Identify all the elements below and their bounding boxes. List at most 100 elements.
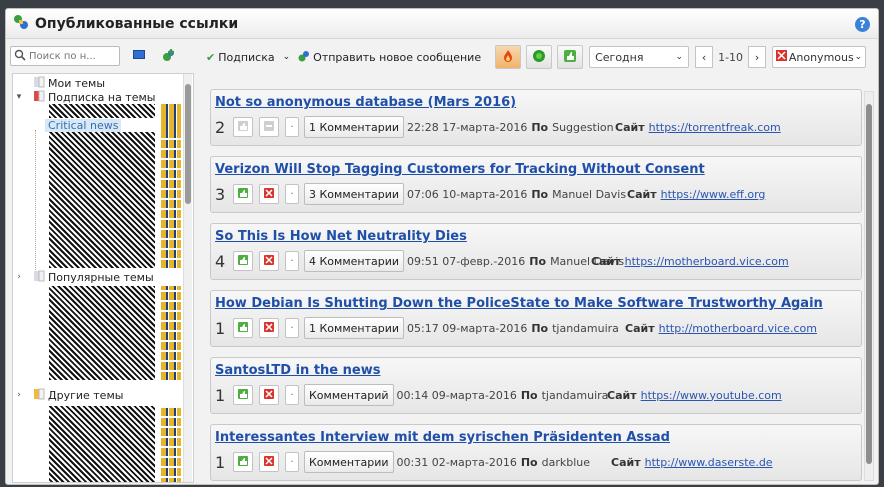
comments-button[interactable]: 1 Комментарии bbox=[304, 317, 405, 339]
tree-label: Мои темы bbox=[48, 76, 106, 90]
top-rated-button[interactable] bbox=[557, 45, 584, 69]
downvote-button[interactable] bbox=[259, 251, 279, 271]
vote-count: 2 bbox=[215, 117, 226, 137]
topics-tree[interactable]: Мои темы ▾ Подписка на темы Critical new… bbox=[12, 73, 194, 483]
post-card: So This Is How Net Neutrality Dies 4 · 4 Ко… bbox=[210, 223, 862, 280]
posts-scrollbar[interactable] bbox=[864, 91, 874, 481]
thumbs-up-icon bbox=[237, 455, 249, 470]
avatar-icon bbox=[776, 50, 788, 64]
site-link[interactable]: https://motherboard.vice.com bbox=[625, 255, 789, 268]
thumbs-down-icon bbox=[263, 254, 275, 269]
comments-button[interactable]: 3 Комментарии bbox=[304, 183, 405, 205]
identity-select[interactable]: Anonymous ⌄ bbox=[772, 46, 867, 68]
downvote-button[interactable] bbox=[259, 318, 279, 338]
next-page-button[interactable]: › bbox=[748, 46, 767, 68]
more-button[interactable]: · bbox=[285, 452, 299, 472]
post-date: 09:51 07-февр.-2016 bbox=[407, 254, 526, 268]
comments-button[interactable]: 1 Комментарии bbox=[304, 116, 405, 138]
period-value: Сегодня bbox=[595, 50, 644, 64]
more-button[interactable]: · bbox=[285, 251, 299, 271]
comments-button[interactable]: 4 Комментарии bbox=[304, 250, 405, 272]
post-date: 22:28 17-марта-2016 bbox=[407, 120, 528, 134]
hot-button[interactable] bbox=[495, 45, 522, 69]
site-link[interactable]: https://www.youtube.com bbox=[641, 389, 782, 402]
chevron-down-icon: ⌄ bbox=[854, 52, 863, 62]
tree-scrollbar-thumb[interactable] bbox=[185, 84, 191, 204]
prev-page-button[interactable]: ‹ bbox=[695, 46, 714, 68]
upvote-button[interactable] bbox=[233, 318, 253, 338]
post-title-link[interactable]: Verizon Will Stop Tagging Customers for … bbox=[215, 161, 861, 179]
tree-item-popular[interactable]: › Популярные темы bbox=[13, 270, 154, 284]
upvote-button[interactable] bbox=[233, 117, 253, 137]
dot-icon: · bbox=[290, 389, 294, 401]
downvote-button[interactable] bbox=[259, 117, 279, 137]
post-date: 00:31 02-марта-2016 bbox=[396, 455, 517, 469]
comments-button[interactable]: Комментарии bbox=[304, 451, 394, 473]
downvote-button[interactable] bbox=[259, 385, 279, 405]
site-link[interactable]: http://www.daserste.de bbox=[645, 456, 773, 469]
comments-button[interactable]: Комментарий bbox=[304, 384, 394, 406]
site-link[interactable]: https://www.eff.org bbox=[661, 188, 766, 201]
by-label: По bbox=[531, 321, 549, 335]
vote-count: 4 bbox=[215, 251, 226, 271]
identity-value: Anonymous bbox=[788, 50, 854, 64]
dot-icon: · bbox=[290, 188, 294, 200]
post-site: Сайт https://torrentfreak.com bbox=[615, 121, 781, 134]
post-title-link[interactable]: How Debian Is Shutting Down the PoliceSt… bbox=[215, 295, 861, 313]
thumbs-up-icon bbox=[237, 120, 249, 135]
check-icon: ✔ bbox=[206, 50, 216, 64]
downvote-button[interactable] bbox=[259, 184, 279, 204]
post-title-link[interactable]: Interessantes Interview mit dem syrische… bbox=[215, 429, 861, 447]
period-select[interactable]: Сегодня ⌄ bbox=[589, 46, 690, 68]
post-author[interactable]: tjandamuira bbox=[552, 322, 619, 335]
post-site: Сайт https://www.eff.org bbox=[627, 188, 765, 201]
tree-label: Популярные темы bbox=[48, 270, 154, 284]
post-site: Сайт https://www.youtube.com bbox=[607, 389, 782, 402]
downvote-button[interactable] bbox=[259, 452, 279, 472]
more-button[interactable]: · bbox=[285, 184, 299, 204]
post-author[interactable]: darkblue bbox=[542, 456, 590, 469]
topic-search-box[interactable] bbox=[10, 46, 120, 66]
search-icon bbox=[14, 49, 26, 64]
subscribe-button[interactable]: ✔ Подписка ⌄ bbox=[202, 46, 294, 68]
upvote-button[interactable] bbox=[233, 385, 253, 405]
display-icon bbox=[133, 49, 145, 63]
site-link[interactable]: http://motherboard.vice.com bbox=[659, 322, 817, 335]
post-title-link[interactable]: SantosLTD in the news bbox=[215, 362, 861, 380]
post-author[interactable]: Suggestion bbox=[552, 121, 614, 134]
topics-pane: Мои темы ▾ Подписка на темы Critical new… bbox=[10, 43, 194, 483]
more-button[interactable]: · bbox=[285, 385, 299, 405]
more-button[interactable]: · bbox=[285, 117, 299, 137]
links-toolbar: ✔ Подписка ⌄ Отправить новое сообщение С… bbox=[202, 43, 878, 71]
tree-item-my-topics[interactable]: Мои темы bbox=[13, 76, 193, 90]
topic-search-input[interactable] bbox=[26, 50, 112, 62]
upvote-button[interactable] bbox=[233, 251, 253, 271]
thumbs-up-icon bbox=[237, 388, 249, 403]
topic-activity-bars bbox=[161, 286, 181, 380]
post-date: 05:17 09-марта-2016 bbox=[407, 321, 528, 335]
tree-scrollbar[interactable] bbox=[183, 74, 192, 482]
more-button[interactable]: · bbox=[285, 318, 299, 338]
new-links-button[interactable] bbox=[526, 45, 553, 69]
posts-scrollbar-thumb[interactable] bbox=[866, 104, 872, 464]
view-mode-button[interactable] bbox=[128, 46, 150, 66]
post-new-button[interactable]: Отправить новое сообщение bbox=[294, 46, 485, 68]
upvote-button[interactable] bbox=[233, 184, 253, 204]
thumbs-up-icon bbox=[237, 254, 249, 269]
post-title-link[interactable]: Not so anonymous database (Mars 2016) bbox=[215, 94, 861, 112]
expand-icon[interactable]: › bbox=[13, 390, 25, 400]
page-range: 1-10 bbox=[718, 50, 744, 64]
new-topic-button[interactable] bbox=[158, 46, 180, 66]
post-author[interactable]: Manuel Davis bbox=[552, 188, 626, 201]
tree-item-subscribed[interactable]: ▾ Подписка на темы bbox=[13, 90, 193, 104]
upvote-button[interactable] bbox=[233, 452, 253, 472]
help-icon[interactable]: ? bbox=[855, 17, 870, 32]
thumbs-up-icon bbox=[237, 187, 249, 202]
tree-item-other[interactable]: › Другие темы bbox=[13, 388, 123, 402]
expand-icon[interactable]: ▾ bbox=[13, 92, 25, 102]
post-site: Сайт http://motherboard.vice.com bbox=[625, 322, 817, 335]
site-link[interactable]: https://torrentfreak.com bbox=[649, 121, 781, 134]
post-author[interactable]: tjandamuira bbox=[542, 389, 609, 402]
expand-icon[interactable]: › bbox=[13, 272, 25, 282]
post-title-link[interactable]: So This Is How Net Neutrality Dies bbox=[215, 228, 861, 246]
